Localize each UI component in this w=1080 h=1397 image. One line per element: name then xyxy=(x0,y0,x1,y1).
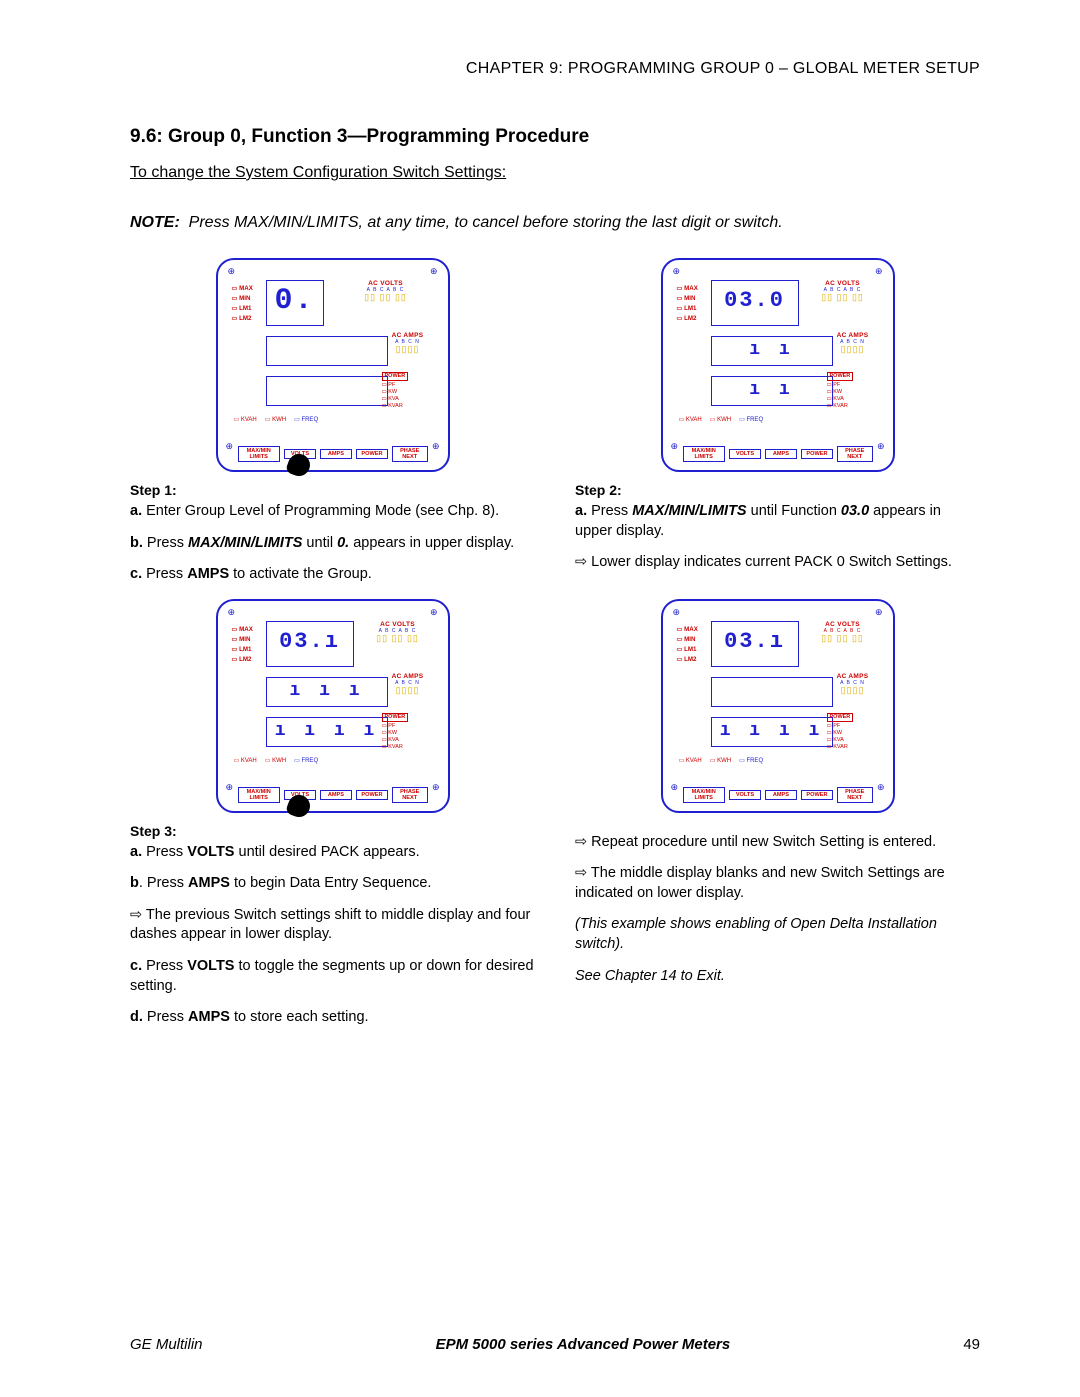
middle-display xyxy=(711,677,833,707)
step3-header: Step 3: xyxy=(130,823,535,839)
note-key: MAX/MIN/LIMITS xyxy=(234,214,358,231)
footer-page-number: 49 xyxy=(963,1336,980,1353)
lower-display xyxy=(266,376,388,406)
middle-display: ı ı xyxy=(711,336,833,366)
step1-body: a. Enter Group Level of Programming Mode… xyxy=(130,502,535,585)
page-footer: GE Multilin EPM 5000 series Advanced Pow… xyxy=(130,1336,980,1353)
lower-display: ı ı xyxy=(711,376,833,406)
note-label: NOTE: xyxy=(130,214,180,231)
step1-header: Step 1: xyxy=(130,482,535,498)
phase-next-button[interactable]: PHASE NEXT xyxy=(837,446,873,462)
amps-button[interactable]: AMPS xyxy=(765,790,797,800)
power-button[interactable]: POWER xyxy=(356,449,388,459)
intro-line: To change the System Configuration Switc… xyxy=(130,164,980,182)
phase-next-button[interactable]: PHASE NEXT xyxy=(392,787,428,803)
page: CHAPTER 9: PROGRAMMING GROUP 0 – GLOBAL … xyxy=(0,0,1080,1397)
step3-body: a. Press VOLTS until desired PACK appear… xyxy=(130,843,535,1028)
chapter-header: CHAPTER 9: PROGRAMMING GROUP 0 – GLOBAL … xyxy=(130,60,980,78)
amps-button[interactable]: AMPS xyxy=(765,449,797,459)
meter-diagram-1: ⊕⊕⊕⊕ MAX MIN LM1 LM2 0. AC VOLTS A B C A… xyxy=(216,258,450,472)
upper-display: 03.ı xyxy=(266,621,354,667)
maxmin-limits-button[interactable]: MAX/MIN LIMITS xyxy=(238,787,280,803)
maxmin-limits-button[interactable]: MAX/MIN LIMITS xyxy=(683,787,725,803)
note: NOTE: Press MAX/MIN/LIMITS, at any time,… xyxy=(130,214,980,232)
footer-doc-title: EPM 5000 series Advanced Power Meters xyxy=(436,1336,731,1353)
volts-button[interactable]: VOLTS xyxy=(729,790,761,800)
button-row: MAX/MIN LIMITS VOLTS AMPS POWER PHASE NE… xyxy=(238,446,428,462)
volts-button[interactable]: VOLTS xyxy=(729,449,761,459)
amps-button[interactable]: AMPS xyxy=(320,449,352,459)
middle-display: ı ı ı xyxy=(266,677,388,707)
step4-body: ⇨ Repeat procedure until new Switch Sett… xyxy=(575,833,980,986)
upper-display: 03.ı xyxy=(711,621,799,667)
upper-display: 03.0 xyxy=(711,280,799,326)
section-title: 9.6: Group 0, Function 3—Programming Pro… xyxy=(130,126,980,148)
maxmin-limits-button[interactable]: MAX/MIN LIMITS xyxy=(683,446,725,462)
meter-diagram-2: ⊕⊕⊕⊕ MAX MIN LM1 LM2 03.0 AC VOLTS A B C… xyxy=(661,258,895,472)
power-button[interactable]: POWER xyxy=(356,790,388,800)
lower-display: ı ı ı ı xyxy=(266,717,388,747)
middle-display xyxy=(266,336,388,366)
lower-display: ı ı ı ı xyxy=(711,717,833,747)
meter-diagram-4: ⊕⊕⊕⊕ MAX MIN LM1 LM2 03.ı AC VOLTS A B C… xyxy=(661,599,895,813)
power-button[interactable]: POWER xyxy=(801,790,833,800)
step2-header: Step 2: xyxy=(575,482,980,498)
phase-next-button[interactable]: PHASE NEXT xyxy=(392,446,428,462)
maxmin-limits-button[interactable]: MAX/MIN LIMITS xyxy=(238,446,280,462)
power-button[interactable]: POWER xyxy=(801,449,833,459)
step2-body: a. Press MAX/MIN/LIMITS until Function 0… xyxy=(575,502,980,573)
upper-display: 0. xyxy=(266,280,324,326)
amps-button[interactable]: AMPS xyxy=(320,790,352,800)
footer-brand: GE Multilin xyxy=(130,1336,203,1353)
phase-next-button[interactable]: PHASE NEXT xyxy=(837,787,873,803)
meter-diagram-3: ⊕⊕⊕⊕ MAX MIN LM1 LM2 03.ı AC VOLTS A B C… xyxy=(216,599,450,813)
